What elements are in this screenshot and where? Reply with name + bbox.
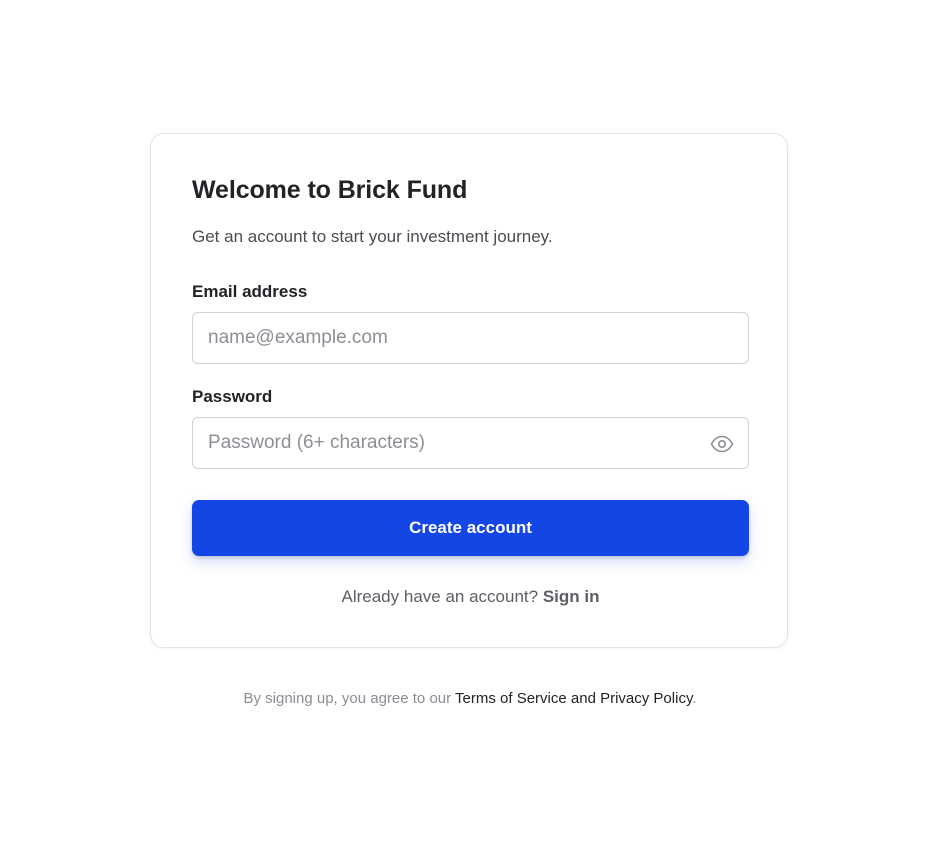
legal-notice-prefix: By signing up, you agree to our (243, 690, 452, 707)
signin-prompt: Already have an account? Sign in (192, 587, 749, 607)
signup-card: Welcome to Brick Fund Get an account to … (150, 133, 788, 648)
create-account-button[interactable]: Create account (192, 500, 749, 556)
email-field[interactable] (193, 313, 748, 363)
password-field[interactable] (193, 418, 748, 468)
sign-in-link[interactable]: Sign in (543, 587, 600, 606)
terms-link[interactable]: Terms of Service and Privacy Policy (455, 690, 692, 707)
password-label: Password (192, 387, 273, 406)
email-label: Email address (192, 282, 308, 301)
signin-prompt-text: Already have an account? (341, 587, 539, 606)
legal-notice-suffix: . (692, 690, 697, 707)
eye-icon[interactable] (710, 432, 734, 456)
page-subtitle: Get an account to start your investment … (192, 227, 553, 246)
email-field-wrapper (192, 312, 749, 364)
legal-notice: By signing up, you agree to our Terms of… (0, 690, 940, 707)
password-field-wrapper (192, 417, 749, 469)
page-title: Welcome to Brick Fund (192, 176, 468, 204)
